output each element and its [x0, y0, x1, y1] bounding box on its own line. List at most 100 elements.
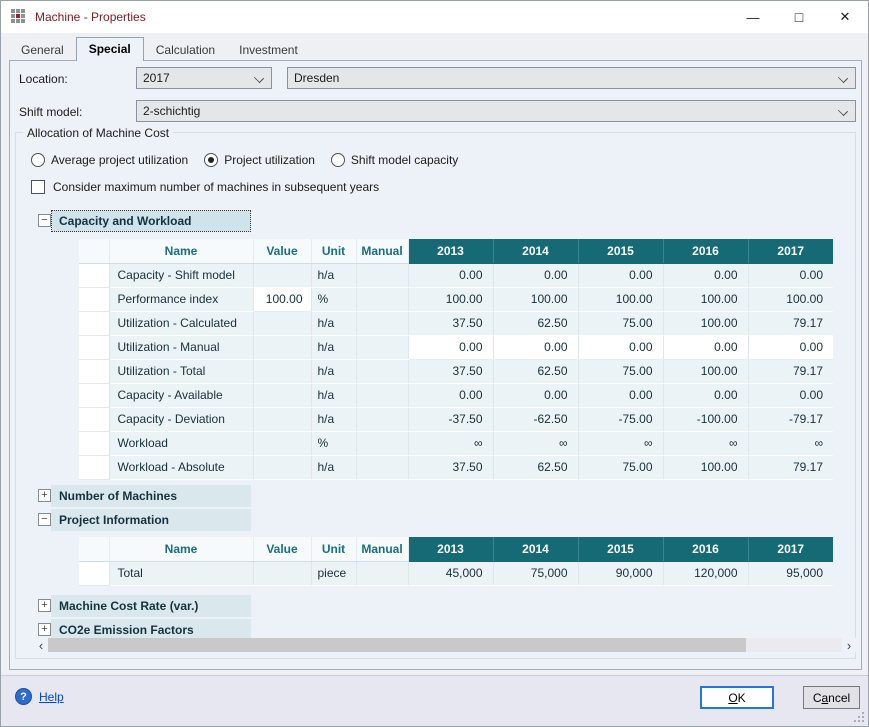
cell-name[interactable]: Workload - Absolute	[109, 455, 253, 479]
location-year-dropdown[interactable]: 2017	[136, 67, 272, 89]
cell-year-2016[interactable]: 120,000	[663, 561, 748, 585]
cell-name[interactable]: Capacity - Shift model	[109, 263, 253, 287]
cancel-button[interactable]: Cancel	[803, 686, 860, 709]
cell-year-2014[interactable]: 75,000	[493, 561, 578, 585]
tab-special[interactable]: Special	[76, 37, 144, 61]
cell-name[interactable]: Workload	[109, 431, 253, 455]
cell-manual[interactable]	[356, 263, 408, 287]
row-header-cell[interactable]	[79, 311, 109, 335]
cell-manual[interactable]	[356, 359, 408, 383]
cell-manual[interactable]	[356, 561, 408, 585]
cell-year-2014[interactable]: 62.50	[493, 311, 578, 335]
cell-name[interactable]: Capacity - Available	[109, 383, 253, 407]
radio-average-project-utilization[interactable]: Average project utilization	[31, 153, 188, 167]
shift-model-dropdown[interactable]: 2-schichtig	[136, 100, 856, 122]
cell-year-2016[interactable]: 0.00	[663, 263, 748, 287]
cell-year-2017[interactable]: 79.17	[748, 311, 833, 335]
cell-year-2014[interactable]: 0.00	[493, 383, 578, 407]
section-capacity-and-workload[interactable]: Capacity and Workload	[51, 210, 251, 232]
cell-year-2016[interactable]: -100.00	[663, 407, 748, 431]
cell-value[interactable]	[253, 407, 311, 431]
expand-icon-number-of-machines[interactable]: +	[38, 489, 51, 502]
section-project-information[interactable]: Project Information	[51, 509, 251, 531]
cell-value[interactable]: 100.00	[253, 287, 311, 311]
scroll-right-arrow[interactable]: ›	[842, 638, 856, 652]
cell-year-2014[interactable]: 100.00	[493, 287, 578, 311]
cell-year-2017[interactable]: 95,000	[748, 561, 833, 585]
cell-unit[interactable]: %	[311, 287, 356, 311]
cell-year-2015[interactable]: 75.00	[578, 311, 663, 335]
cell-unit[interactable]: %	[311, 431, 356, 455]
cell-manual[interactable]	[356, 407, 408, 431]
tab-calculation[interactable]: Calculation	[144, 40, 227, 61]
cell-year-2013[interactable]: 37.50	[408, 311, 493, 335]
cell-manual[interactable]	[356, 455, 408, 479]
cell-name[interactable]: Utilization - Manual	[109, 335, 253, 359]
cell-year-2015[interactable]: ∞	[578, 431, 663, 455]
cell-manual[interactable]	[356, 431, 408, 455]
maximize-button[interactable]: □	[776, 1, 822, 33]
cell-year-2015[interactable]: 75.00	[578, 455, 663, 479]
row-header-cell[interactable]	[79, 287, 109, 311]
row-header-cell[interactable]	[79, 383, 109, 407]
row-header-cell[interactable]	[79, 455, 109, 479]
cell-name[interactable]: Performance index	[109, 287, 253, 311]
cell-unit[interactable]: h/a	[311, 407, 356, 431]
cell-year-2013[interactable]: 100.00	[408, 287, 493, 311]
cell-unit[interactable]: h/a	[311, 263, 356, 287]
cell-year-2015[interactable]: -75.00	[578, 407, 663, 431]
ok-button[interactable]: OK	[700, 686, 774, 709]
row-header-cell[interactable]	[79, 561, 109, 585]
cell-year-2017[interactable]: -79.17	[748, 407, 833, 431]
cell-year-2013[interactable]: 0.00	[408, 335, 493, 359]
collapse-icon-capacity-workload[interactable]: −	[38, 214, 51, 227]
cell-value[interactable]	[253, 383, 311, 407]
cell-value[interactable]	[253, 359, 311, 383]
resize-grip-icon[interactable]	[854, 712, 864, 722]
row-header-cell[interactable]	[79, 407, 109, 431]
cell-manual[interactable]	[356, 311, 408, 335]
radio-project-utilization[interactable]: Project utilization	[204, 153, 315, 167]
cell-year-2015[interactable]: 0.00	[578, 335, 663, 359]
row-header-cell[interactable]	[79, 359, 109, 383]
minimize-button[interactable]: —	[730, 1, 776, 33]
cell-unit[interactable]: h/a	[311, 383, 356, 407]
help-link[interactable]: Help	[39, 690, 64, 704]
cell-year-2014[interactable]: -62.50	[493, 407, 578, 431]
cell-year-2016[interactable]: 100.00	[663, 455, 748, 479]
tab-general[interactable]: General	[9, 40, 76, 61]
cell-unit[interactable]: h/a	[311, 335, 356, 359]
cell-year-2017[interactable]: 100.00	[748, 287, 833, 311]
cell-unit[interactable]: h/a	[311, 455, 356, 479]
cell-manual[interactable]	[356, 383, 408, 407]
consider-max-machines-checkbox[interactable]: Consider maximum number of machines in s…	[31, 180, 379, 194]
cell-year-2015[interactable]: 75.00	[578, 359, 663, 383]
cell-year-2016[interactable]: 0.00	[663, 383, 748, 407]
cell-year-2013[interactable]: -37.50	[408, 407, 493, 431]
close-button[interactable]: ✕	[822, 1, 868, 33]
cell-unit[interactable]: h/a	[311, 359, 356, 383]
cell-year-2016[interactable]: 100.00	[663, 359, 748, 383]
cell-year-2013[interactable]: 0.00	[408, 383, 493, 407]
cell-year-2017[interactable]: 0.00	[748, 263, 833, 287]
cell-year-2013[interactable]: 37.50	[408, 455, 493, 479]
cell-year-2013[interactable]: ∞	[408, 431, 493, 455]
cell-year-2014[interactable]: 0.00	[493, 335, 578, 359]
cell-name[interactable]: Utilization - Total	[109, 359, 253, 383]
collapse-icon-project-information[interactable]: −	[38, 513, 51, 526]
cell-year-2017[interactable]: ∞	[748, 431, 833, 455]
cell-name[interactable]: Total	[109, 561, 253, 585]
expand-icon-machine-cost-rate[interactable]: +	[38, 599, 51, 612]
cell-value[interactable]	[253, 263, 311, 287]
cell-value[interactable]	[253, 431, 311, 455]
scrollbar-thumb[interactable]	[48, 638, 746, 652]
section-number-of-machines[interactable]: Number of Machines	[51, 485, 251, 507]
cell-year-2013[interactable]: 0.00	[408, 263, 493, 287]
cell-year-2015[interactable]: 90,000	[578, 561, 663, 585]
cell-value[interactable]	[253, 561, 311, 585]
cell-manual[interactable]	[356, 287, 408, 311]
row-header-cell[interactable]	[79, 431, 109, 455]
cell-unit[interactable]: h/a	[311, 311, 356, 335]
scroll-left-arrow[interactable]: ‹	[34, 638, 48, 652]
cell-year-2014[interactable]: ∞	[493, 431, 578, 455]
